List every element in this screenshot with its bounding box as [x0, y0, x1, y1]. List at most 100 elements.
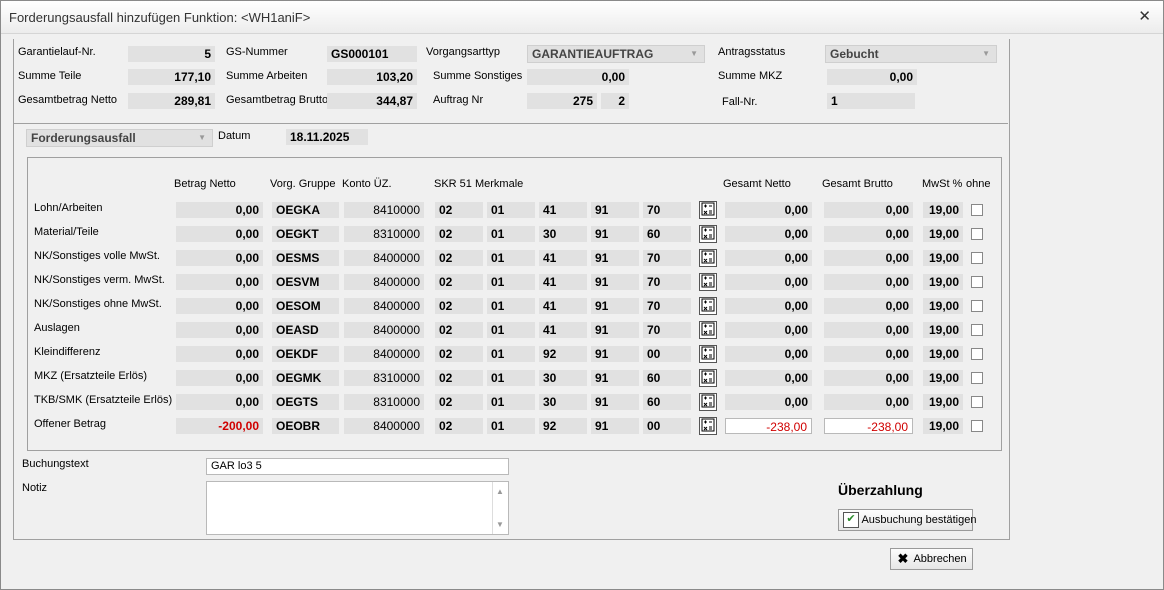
- row-label: TKB/SMK (Ersatzteile Erlös): [34, 394, 173, 406]
- calculator-icon[interactable]: [699, 273, 717, 291]
- ohne-checkbox[interactable]: [971, 300, 983, 312]
- cell-netto: 0,00: [176, 394, 263, 410]
- cell-netto: 0,00: [176, 250, 263, 266]
- antragsstatus-select[interactable]: Gebucht ▼: [825, 45, 997, 63]
- fall-label: Fall-Nr.: [722, 96, 758, 108]
- notiz-scrollbar[interactable]: ▲ ▼: [492, 482, 508, 534]
- calculator-icon[interactable]: [699, 393, 717, 411]
- auftrag-label: Auftrag Nr: [433, 94, 484, 106]
- cell-konto: 8410000: [344, 202, 424, 218]
- cell-gruppe: OEKDF: [272, 346, 339, 362]
- ohne-checkbox[interactable]: [971, 420, 983, 432]
- cell-gnetto[interactable]: -238,00: [725, 418, 812, 434]
- type-select-value: Forderungsausfall: [31, 131, 136, 145]
- cell-netto: 0,00: [176, 298, 263, 314]
- cell-gnetto: 0,00: [725, 370, 812, 386]
- cell-gnetto: 0,00: [725, 322, 812, 338]
- cell-konto: 8400000: [344, 346, 424, 362]
- cell-konto: 8400000: [344, 274, 424, 290]
- type-select[interactable]: Forderungsausfall ▼: [26, 129, 213, 147]
- cell-gruppe: OEASD: [272, 322, 339, 338]
- cell-m4: 91: [591, 274, 639, 290]
- calculator-icon[interactable]: [699, 321, 717, 339]
- cell-gnetto: 0,00: [725, 274, 812, 290]
- col-konto: Konto ÜZ.: [342, 178, 392, 190]
- cell-m1: 02: [435, 418, 483, 434]
- cell-m3: 92: [539, 346, 587, 362]
- ohne-checkbox[interactable]: [971, 204, 983, 216]
- cell-gnetto: 0,00: [725, 250, 812, 266]
- cell-gbrutto: 0,00: [824, 226, 913, 242]
- garantielauf-label: Garantielauf-Nr.: [18, 46, 96, 58]
- cell-netto: 0,00: [176, 274, 263, 290]
- cell-konto: 8310000: [344, 370, 424, 386]
- calculator-icon[interactable]: [699, 417, 717, 435]
- cell-m5: 70: [643, 298, 691, 314]
- scroll-up-icon[interactable]: ▲: [496, 484, 504, 499]
- cell-gbrutto: 0,00: [824, 202, 913, 218]
- cell-m2: 01: [487, 226, 535, 242]
- summe-teile-label: Summe Teile: [18, 70, 82, 82]
- cell-mwst: 19,00: [923, 394, 963, 410]
- summe-mkz-label: Summe MKZ: [718, 70, 783, 82]
- cell-gruppe: OESMS: [272, 250, 339, 266]
- cell-mwst: 19,00: [923, 418, 963, 434]
- gs-label: GS-Nummer: [226, 46, 288, 58]
- ohne-checkbox[interactable]: [971, 228, 983, 240]
- calculator-icon[interactable]: [699, 369, 717, 387]
- cell-m2: 01: [487, 298, 535, 314]
- cell-gbrutto: 0,00: [824, 274, 913, 290]
- close-icon[interactable]: ✕: [1138, 7, 1151, 25]
- antragsstatus-label: Antragsstatus: [718, 46, 786, 58]
- vorgangsart-label: Vorgangsarttyp: [426, 46, 500, 58]
- cell-netto: 0,00: [176, 346, 263, 362]
- ohne-checkbox[interactable]: [971, 372, 983, 384]
- cell-m1: 02: [435, 226, 483, 242]
- cell-m5: 00: [643, 418, 691, 434]
- ohne-checkbox[interactable]: [971, 348, 983, 360]
- confirm-button[interactable]: ✔ Ausbuchung bestätigen: [838, 509, 976, 531]
- ohne-checkbox[interactable]: [971, 324, 983, 336]
- title-bar: Forderungsausfall hinzufügen Funktion: <…: [1, 1, 1163, 34]
- cell-m3: 41: [539, 274, 587, 290]
- cell-m1: 02: [435, 298, 483, 314]
- row-label: NK/Sonstiges volle MwSt.: [34, 250, 160, 262]
- cell-gbrutto[interactable]: -238,00: [824, 418, 913, 434]
- calculator-icon[interactable]: [699, 297, 717, 315]
- window-title: Forderungsausfall hinzufügen Funktion: <…: [9, 10, 311, 25]
- cell-m2: 01: [487, 418, 535, 434]
- chevron-down-icon: ▼: [198, 133, 206, 142]
- ohne-checkbox[interactable]: [971, 276, 983, 288]
- cancel-button[interactable]: ✖ Abbrechen: [890, 548, 973, 570]
- cell-gnetto: 0,00: [725, 298, 812, 314]
- scroll-down-icon[interactable]: ▼: [496, 517, 504, 532]
- cell-netto: -200,00: [176, 418, 263, 434]
- col-gesamt-netto: Gesamt Netto: [723, 178, 791, 190]
- row-label: Material/Teile: [34, 226, 99, 238]
- cell-konto: 8400000: [344, 250, 424, 266]
- antragsstatus-value: Gebucht: [830, 47, 879, 61]
- ohne-checkbox[interactable]: [971, 252, 983, 264]
- cell-m1: 02: [435, 250, 483, 266]
- cell-m4: 91: [591, 298, 639, 314]
- cell-m4: 91: [591, 202, 639, 218]
- cell-gruppe: OEGMK: [272, 370, 339, 386]
- notiz-textarea[interactable]: ▲ ▼: [206, 481, 509, 535]
- row-label: NK/Sonstiges ohne MwSt.: [34, 298, 162, 310]
- cell-m5: 70: [643, 322, 691, 338]
- calculator-icon[interactable]: [699, 249, 717, 267]
- cell-konto: 8310000: [344, 226, 424, 242]
- ohne-checkbox[interactable]: [971, 396, 983, 408]
- buchungstext-input[interactable]: GAR lo3 5: [206, 458, 509, 475]
- calculator-icon[interactable]: [699, 201, 717, 219]
- cell-m3: 30: [539, 394, 587, 410]
- cell-netto: 0,00: [176, 322, 263, 338]
- gesamt-brutto-label: Gesamtbetrag Brutto: [226, 94, 329, 106]
- cell-m4: 91: [591, 346, 639, 362]
- calculator-icon[interactable]: [699, 225, 717, 243]
- calculator-icon[interactable]: [699, 345, 717, 363]
- row-label: Offener Betrag: [34, 418, 106, 430]
- cell-konto: 8310000: [344, 394, 424, 410]
- vorgangsart-select[interactable]: GARANTIEAUFTRAG ▼: [527, 45, 705, 63]
- summe-sonstiges-field: 0,00: [527, 69, 629, 85]
